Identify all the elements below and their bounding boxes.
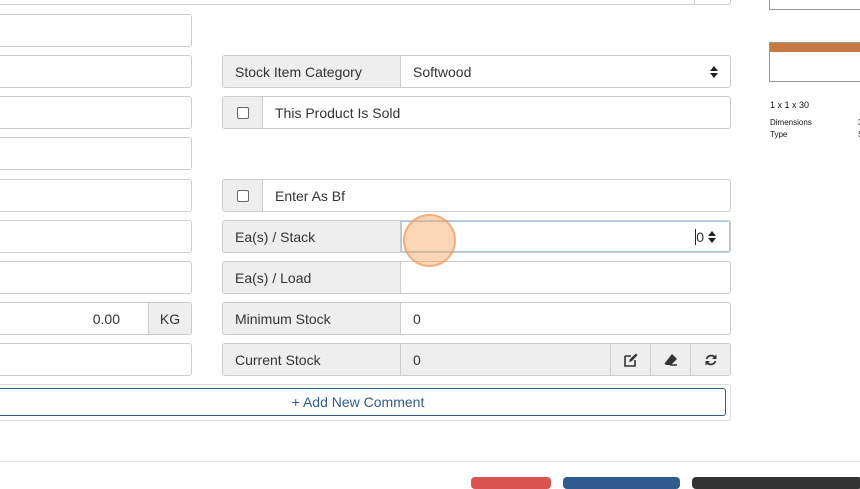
- weight-group: 0.00 KG: [0, 302, 192, 335]
- product-sold-label: This Product Is Sold: [263, 97, 730, 128]
- stock-category-value: Softwood: [413, 63, 472, 80]
- preview-type-row: Type S: [770, 130, 860, 139]
- current-stock-label: Current Stock: [223, 344, 401, 375]
- ea-stack-label: Ea(s) / Stack: [223, 221, 401, 252]
- left-field-3[interactable]: [0, 96, 192, 129]
- weight-input[interactable]: 0.00: [0, 303, 148, 334]
- minimum-stock-value: 0: [413, 310, 421, 327]
- preview-dimensions-label: Dimensions: [770, 118, 812, 127]
- preview-wood-box: [769, 42, 860, 82]
- left-field-8[interactable]: [0, 343, 192, 376]
- enter-as-bf-checkbox-cell[interactable]: [223, 180, 263, 211]
- edit-stock-button[interactable]: [610, 344, 650, 375]
- preview-size-text: 1 x 1 x 30: [770, 100, 810, 110]
- product-sold-group: This Product Is Sold: [222, 96, 731, 129]
- minimum-stock-label: Minimum Stock: [223, 303, 401, 334]
- preview-size: 1 x 1 x 30: [770, 100, 809, 110]
- eraser-icon: [664, 353, 677, 366]
- left-field-2[interactable]: [0, 55, 192, 88]
- enter-as-bf-label: Enter As Bf: [263, 180, 730, 211]
- top-partial-select-arrow: [694, 0, 731, 5]
- clear-stock-button[interactable]: [650, 344, 690, 375]
- add-comment-button[interactable]: + Add New Comment: [0, 388, 726, 416]
- top-partial-select[interactable]: [0, 0, 731, 5]
- weight-unit-label: KG: [159, 310, 181, 327]
- footer-red-button[interactable]: [471, 477, 551, 489]
- left-field-1[interactable]: [0, 14, 192, 47]
- current-stock-value-cell: 0: [401, 344, 610, 375]
- left-field-4[interactable]: [0, 137, 192, 170]
- product-sold-label-text: This Product Is Sold: [275, 104, 401, 121]
- weight-unit: KG: [148, 303, 191, 334]
- add-comment-label: + Add New Comment: [291, 394, 425, 410]
- footer-dark-button[interactable]: [692, 477, 860, 489]
- stock-category-group: Stock Item Category Softwood: [222, 55, 731, 88]
- current-stock-group: Current Stock 0: [222, 343, 731, 376]
- ea-load-label: Ea(s) / Load: [223, 262, 401, 293]
- current-stock-value: 0: [413, 351, 421, 368]
- footer-blue-button[interactable]: [563, 477, 680, 489]
- left-field-6[interactable]: [0, 220, 192, 253]
- ea-load-label-text: Ea(s) / Load: [235, 269, 312, 286]
- stock-category-label-text: Stock Item Category: [235, 63, 362, 80]
- stock-category-select[interactable]: Softwood: [401, 56, 730, 87]
- wood-bar: [770, 43, 860, 52]
- left-field-5[interactable]: [0, 179, 192, 212]
- current-stock-label-text: Current Stock: [235, 351, 321, 368]
- preview-type-label: Type: [770, 130, 788, 139]
- stock-category-label: Stock Item Category: [223, 56, 401, 87]
- weight-value: 0.00: [92, 310, 120, 327]
- refresh-icon: [705, 354, 716, 365]
- ea-load-group: Ea(s) / Load: [222, 261, 731, 294]
- product-sold-checkbox[interactable]: [236, 106, 249, 119]
- edit-icon: [623, 353, 637, 367]
- minimum-stock-input[interactable]: 0: [401, 303, 730, 334]
- left-field-7[interactable]: [0, 261, 192, 294]
- select-updown-icon: [710, 66, 718, 78]
- enter-as-bf-checkbox[interactable]: [236, 189, 249, 202]
- click-indicator: [403, 214, 456, 267]
- product-sold-checkbox-cell[interactable]: [223, 97, 263, 128]
- minimum-stock-group: Minimum Stock 0: [222, 302, 731, 335]
- preview-top-box: [769, 0, 860, 10]
- number-spinner-icon[interactable]: [708, 231, 716, 243]
- ea-stack-label-text: Ea(s) / Stack: [235, 228, 316, 245]
- ea-stack-value: 0: [696, 229, 704, 245]
- ea-load-input[interactable]: [401, 262, 730, 293]
- enter-as-bf-group: Enter As Bf: [222, 179, 731, 212]
- refresh-stock-button[interactable]: [690, 344, 730, 375]
- enter-as-bf-label-text: Enter As Bf: [275, 187, 346, 204]
- preview-dimensions-row: Dimensions 3: [770, 118, 860, 127]
- minimum-stock-label-text: Minimum Stock: [235, 310, 331, 327]
- footer-divider: [0, 461, 860, 462]
- ea-stack-group: Ea(s) / Stack 0: [222, 220, 731, 253]
